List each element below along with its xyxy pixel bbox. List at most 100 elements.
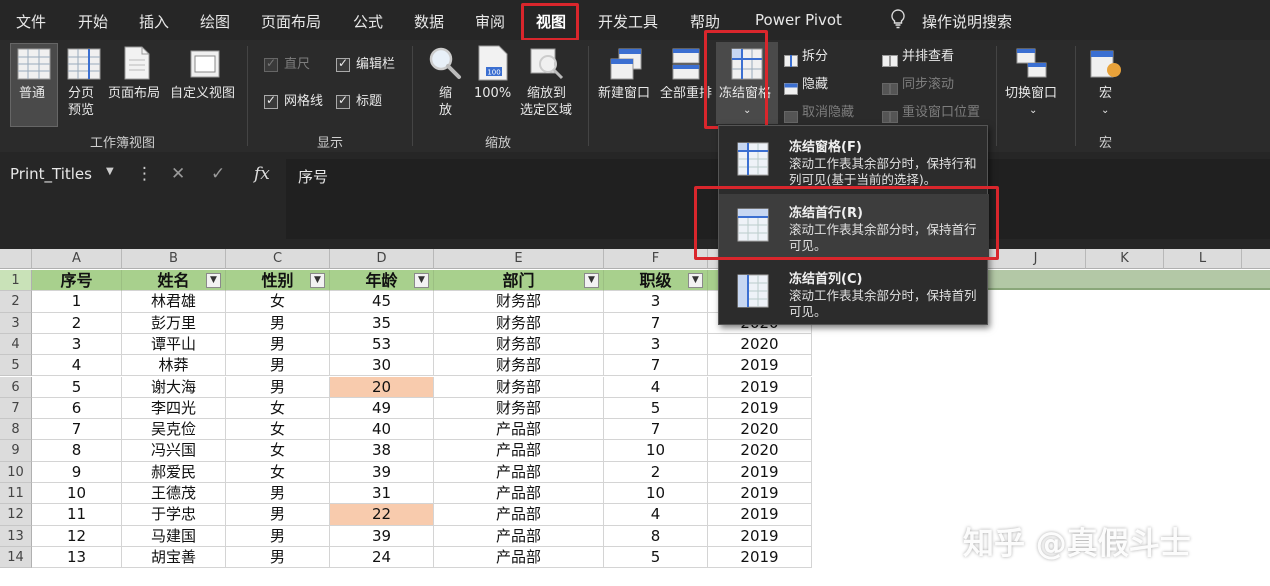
row-header[interactable]: 12 bbox=[0, 504, 32, 526]
page-break-preview-button[interactable]: 分页 bbox=[68, 86, 94, 102]
cell-name[interactable]: 于学忠 bbox=[122, 504, 226, 526]
select-all-corner[interactable] bbox=[0, 249, 32, 269]
cell-name[interactable]: 王德茂 bbox=[122, 483, 226, 505]
cell-id[interactable]: 12 bbox=[32, 525, 122, 547]
custom-view-button[interactable]: 自定义视图 bbox=[170, 86, 235, 102]
cell-id[interactable]: 8 bbox=[32, 440, 122, 462]
cell-age[interactable]: 20 bbox=[330, 376, 434, 398]
cell-hire-year[interactable]: 2020 bbox=[708, 333, 812, 356]
row-header[interactable]: 8 bbox=[0, 419, 32, 441]
column-header[interactable]: B bbox=[122, 249, 226, 269]
menu-draw[interactable]: 绘图 bbox=[200, 11, 230, 32]
cell-hire-year[interactable]: 2019 bbox=[708, 461, 812, 483]
cell-department[interactable]: 产品部 bbox=[434, 483, 604, 505]
zoom-to-selection-button[interactable]: 缩放到 bbox=[527, 86, 566, 102]
cell-age[interactable]: 39 bbox=[330, 461, 434, 483]
cell-age[interactable]: 45 bbox=[330, 291, 434, 313]
menu-data[interactable]: 数据 bbox=[414, 11, 444, 32]
cell-id[interactable]: 2 bbox=[32, 312, 122, 334]
cell-department[interactable]: 财务部 bbox=[434, 355, 604, 377]
cell-hire-year[interactable]: 2019 bbox=[708, 376, 812, 398]
cell-department[interactable]: 产品部 bbox=[434, 546, 604, 569]
cell-age[interactable]: 53 bbox=[330, 333, 434, 356]
cell-id[interactable]: 13 bbox=[32, 546, 122, 569]
cell-name[interactable]: 胡宝善 bbox=[122, 546, 226, 569]
cell-age[interactable]: 31 bbox=[330, 483, 434, 505]
reset-window-position-button[interactable]: 重设窗口位置 bbox=[902, 105, 980, 121]
zoom-button[interactable]: 缩 bbox=[439, 86, 452, 102]
cell-id[interactable]: 5 bbox=[32, 376, 122, 398]
insert-function-icon[interactable]: fx bbox=[254, 164, 270, 184]
cell-id[interactable]: 9 bbox=[32, 461, 122, 483]
cell-age[interactable]: 39 bbox=[330, 525, 434, 547]
column-header[interactable]: E bbox=[434, 249, 604, 269]
row-header[interactable]: 6 bbox=[0, 376, 32, 398]
cell-age[interactable]: 38 bbox=[330, 440, 434, 462]
menu-developer[interactable]: 开发工具 bbox=[598, 11, 658, 32]
split-button[interactable]: 拆分 bbox=[802, 49, 828, 65]
cell-id[interactable]: 1 bbox=[32, 291, 122, 313]
cell-gender[interactable]: 女 bbox=[226, 291, 330, 313]
cell-level[interactable]: 2 bbox=[604, 461, 708, 483]
cell-hire-year[interactable]: 2019 bbox=[708, 546, 812, 569]
menu-help[interactable]: 帮助 bbox=[690, 11, 720, 32]
cell-hire-year[interactable]: 2019 bbox=[708, 397, 812, 420]
cell-age[interactable]: 30 bbox=[330, 355, 434, 377]
menu-formulas[interactable]: 公式 bbox=[353, 11, 383, 32]
menu-power-pivot[interactable]: Power Pivot bbox=[755, 11, 842, 29]
macros-button[interactable]: 宏 bbox=[1099, 86, 1112, 102]
formula-bar-checkbox[interactable] bbox=[336, 56, 350, 72]
cell-department[interactable]: 财务部 bbox=[434, 312, 604, 334]
header-cell-level[interactable]: 职级 ▼ bbox=[604, 270, 708, 292]
row-header[interactable]: 1 bbox=[0, 270, 32, 292]
column-header[interactable]: K bbox=[1086, 249, 1164, 269]
filter-dropdown-icon[interactable]: ▼ bbox=[206, 273, 221, 288]
cell-gender[interactable]: 男 bbox=[226, 483, 330, 505]
more-options-icon[interactable]: ⋮ bbox=[136, 164, 153, 184]
column-header[interactable]: D bbox=[330, 249, 434, 269]
cell-department[interactable]: 财务部 bbox=[434, 376, 604, 398]
cell-name[interactable]: 郝爱民 bbox=[122, 461, 226, 483]
cell-gender[interactable]: 男 bbox=[226, 504, 330, 526]
cell-age[interactable]: 24 bbox=[330, 546, 434, 569]
menu-home[interactable]: 开始 bbox=[78, 11, 108, 32]
zoom-100-button[interactable]: 100% bbox=[474, 86, 511, 102]
menu-file[interactable]: 文件 bbox=[16, 11, 46, 32]
row-header[interactable]: 3 bbox=[0, 312, 32, 334]
menu-review[interactable]: 审阅 bbox=[475, 11, 505, 32]
cell-age[interactable]: 35 bbox=[330, 312, 434, 334]
column-header[interactable]: C bbox=[226, 249, 330, 269]
cell-id[interactable]: 7 bbox=[32, 419, 122, 441]
cell-name[interactable]: 吴克俭 bbox=[122, 419, 226, 441]
cell-hire-year[interactable]: 2019 bbox=[708, 525, 812, 547]
cell-department[interactable]: 产品部 bbox=[434, 419, 604, 441]
row-header[interactable]: 10 bbox=[0, 461, 32, 483]
cell-department[interactable]: 财务部 bbox=[434, 291, 604, 313]
cell-gender[interactable]: 男 bbox=[226, 546, 330, 569]
cell-level[interactable]: 10 bbox=[604, 483, 708, 505]
name-box[interactable]: Print_Titles bbox=[0, 159, 120, 187]
cell-level[interactable]: 3 bbox=[604, 291, 708, 313]
view-side-by-side-button[interactable]: 并排查看 bbox=[902, 49, 954, 65]
cell-level[interactable]: 7 bbox=[604, 419, 708, 441]
switch-windows-button[interactable]: 切换窗口 bbox=[1005, 86, 1057, 102]
cell-name[interactable]: 马建国 bbox=[122, 525, 226, 547]
unhide-button[interactable]: 取消隐藏 bbox=[802, 105, 854, 121]
row-header[interactable]: 9 bbox=[0, 440, 32, 462]
enter-icon[interactable]: ✓ bbox=[211, 164, 225, 184]
ruler-checkbox[interactable] bbox=[264, 56, 278, 72]
filter-dropdown-icon[interactable]: ▼ bbox=[414, 273, 429, 288]
cell-id[interactable]: 4 bbox=[32, 355, 122, 377]
cell-level[interactable]: 8 bbox=[604, 525, 708, 547]
cell-id[interactable]: 3 bbox=[32, 333, 122, 356]
cell-level[interactable]: 5 bbox=[604, 397, 708, 420]
row-header[interactable]: 5 bbox=[0, 355, 32, 377]
header-cell-department[interactable]: 部门 ▼ bbox=[434, 270, 604, 292]
menu-insert[interactable]: 插入 bbox=[139, 11, 169, 32]
cancel-icon[interactable]: ✕ bbox=[171, 164, 185, 184]
cell-gender[interactable]: 女 bbox=[226, 419, 330, 441]
cell-name[interactable]: 彭万里 bbox=[122, 312, 226, 334]
cell-name[interactable]: 李四光 bbox=[122, 397, 226, 420]
cell-gender[interactable]: 男 bbox=[226, 355, 330, 377]
row-header[interactable]: 14 bbox=[0, 546, 32, 569]
